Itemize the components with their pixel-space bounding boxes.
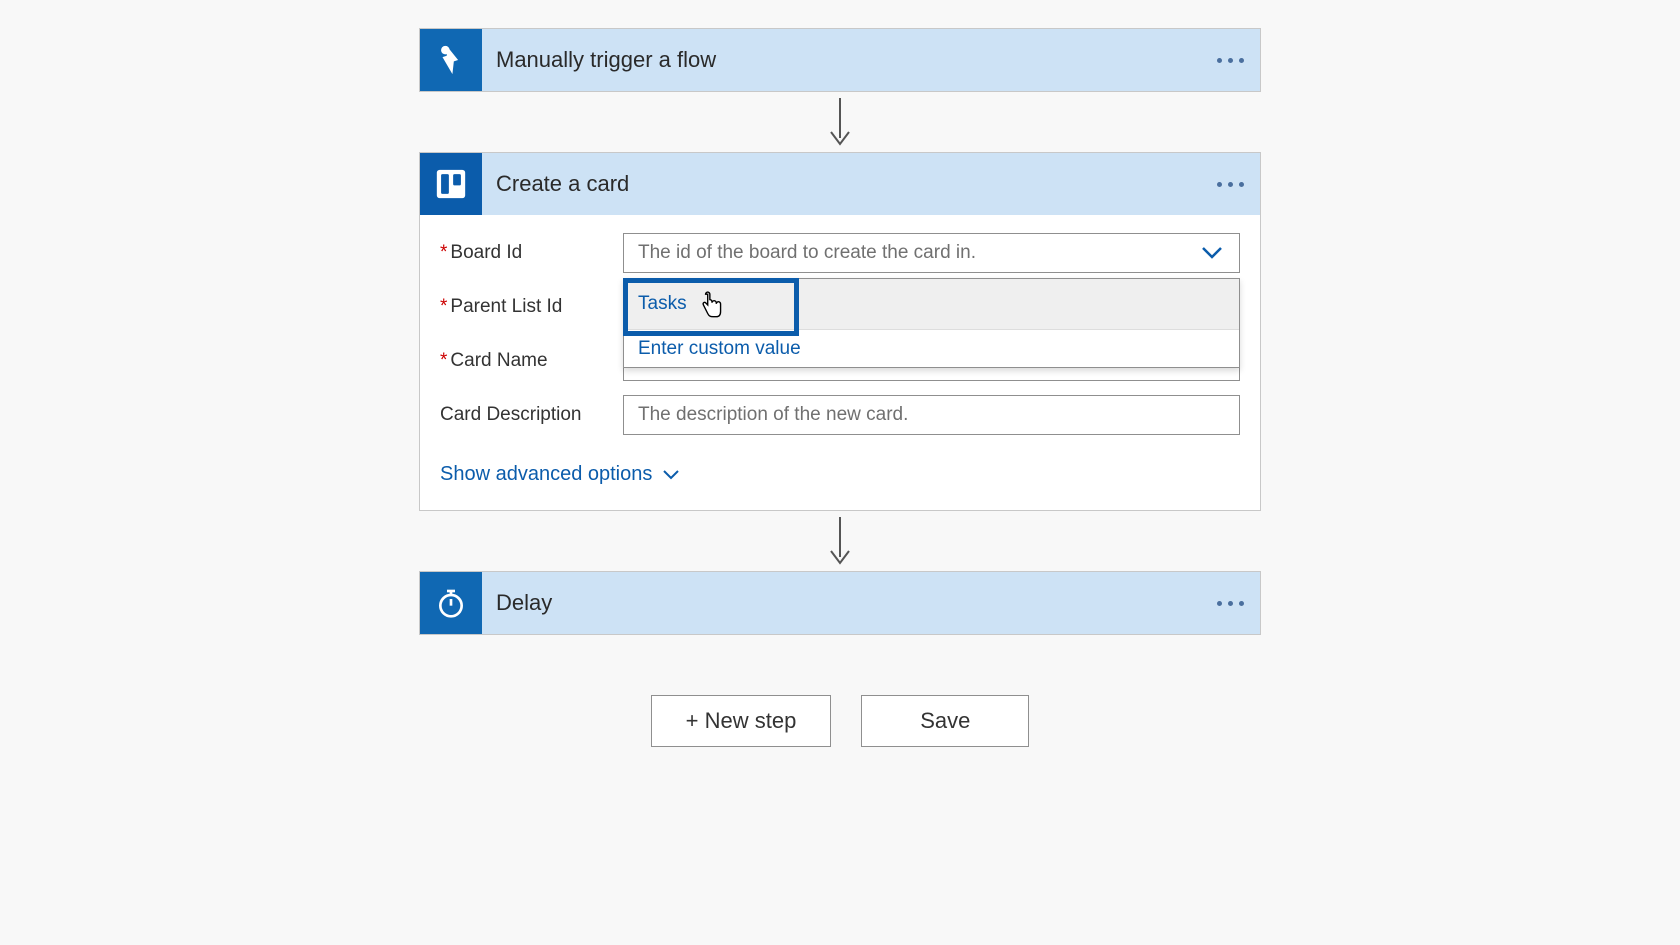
trigger-icon xyxy=(420,29,482,91)
show-advanced-toggle[interactable]: Show advanced options xyxy=(440,463,680,486)
step-create-card: Create a card *Board Id The id of the bo… xyxy=(419,152,1261,511)
delay-title: Delay xyxy=(496,590,1200,616)
new-step-button[interactable]: + New step xyxy=(651,695,832,747)
board-id-label: *Board Id xyxy=(440,242,623,264)
save-button[interactable]: Save xyxy=(861,695,1029,747)
board-id-row: *Board Id The id of the board to create … xyxy=(440,233,1240,273)
chevron-down-icon xyxy=(662,469,680,481)
step-trigger[interactable]: Manually trigger a flow xyxy=(419,28,1261,92)
card-desc-label: Card Description xyxy=(440,404,623,426)
parent-list-label: *Parent List Id xyxy=(440,296,623,318)
step-delay[interactable]: Delay xyxy=(419,571,1261,635)
more-icon[interactable] xyxy=(1200,58,1260,63)
dropdown-option-tasks[interactable]: Tasks xyxy=(624,279,1239,329)
parent-list-row: *Parent List Id Tasks Enter custom value xyxy=(440,287,1240,327)
timer-icon xyxy=(420,572,482,634)
cursor-hand-icon xyxy=(699,291,725,321)
trello-icon xyxy=(420,153,482,215)
more-icon[interactable] xyxy=(1200,601,1260,606)
card-name-label: *Card Name xyxy=(440,350,623,372)
chevron-down-icon xyxy=(1201,246,1223,260)
card-desc-row: Card Description xyxy=(440,395,1240,435)
arrow-down-icon xyxy=(827,515,853,567)
more-icon[interactable] xyxy=(1200,182,1260,187)
arrow-down-icon xyxy=(827,96,853,148)
board-id-select[interactable]: The id of the board to create the card i… xyxy=(623,233,1240,273)
create-card-title: Create a card xyxy=(496,171,1200,197)
dropdown-option-custom[interactable]: Enter custom value xyxy=(624,329,1239,367)
card-desc-input[interactable] xyxy=(638,396,1225,434)
trigger-title: Manually trigger a flow xyxy=(496,47,1200,73)
parent-list-dropdown: Tasks Enter custom value xyxy=(623,278,1240,368)
create-card-header[interactable]: Create a card xyxy=(420,153,1260,215)
